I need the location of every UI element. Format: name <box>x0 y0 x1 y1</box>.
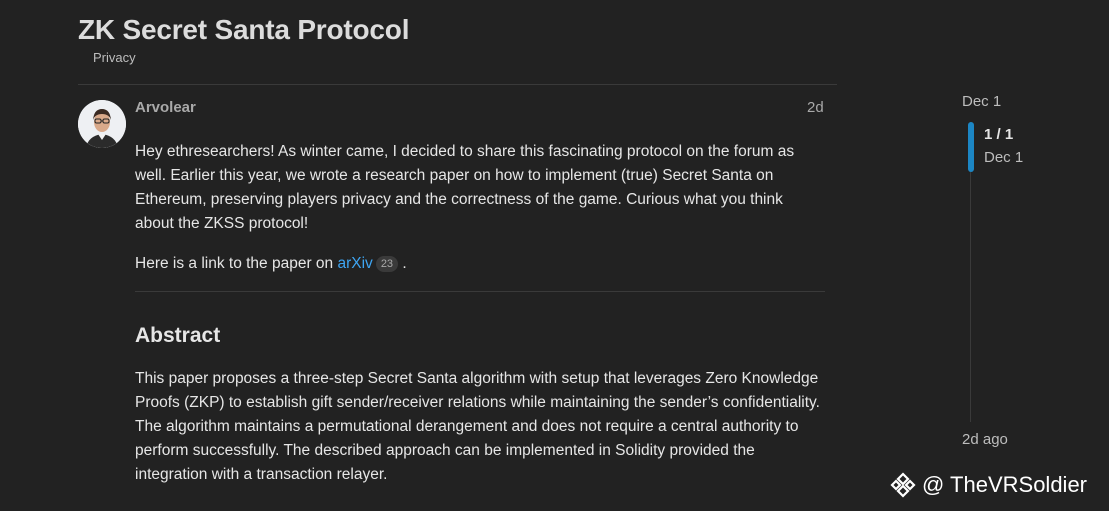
post-body: Hey ethresearchers! As winter came, I de… <box>135 140 825 292</box>
watermark: @ TheVRSoldier <box>890 472 1087 498</box>
abstract-text: This paper proposes a three-step Secret … <box>135 370 820 483</box>
post-date[interactable]: 2d <box>807 99 824 116</box>
post-username[interactable]: Arvolear <box>135 99 196 116</box>
link-click-count: 23 <box>375 256 399 272</box>
category-label: Privacy <box>93 50 136 65</box>
category-swatch <box>80 53 89 62</box>
link-prefix: Here is a link to the paper on <box>135 255 338 272</box>
timeline-end-date[interactable]: 2d ago <box>962 431 1008 448</box>
abstract-heading: Abstract <box>135 324 221 347</box>
user-avatar[interactable] <box>78 100 126 148</box>
arxiv-link[interactable]: arXiv <box>337 255 372 272</box>
header-divider <box>78 84 837 85</box>
timeline-start-date[interactable]: Dec 1 <box>962 93 1001 110</box>
timeline-progress: 1 / 1 <box>984 126 1014 143</box>
watermark-text: @ TheVRSoldier <box>922 472 1087 497</box>
binance-logo-icon <box>890 472 916 498</box>
category-badge[interactable]: Privacy <box>80 50 136 65</box>
post-paragraph: Hey ethresearchers! As winter came, I de… <box>135 143 795 232</box>
link-suffix: . <box>398 255 407 272</box>
topic-title[interactable]: ZK Secret Santa Protocol <box>78 14 409 46</box>
post-link-paragraph: Here is a link to the paper on arXiv 23 . <box>135 252 825 276</box>
avatar-portrait-icon <box>78 100 126 148</box>
topic-page: ZK Secret Santa Protocol Privacy Arvolea… <box>0 0 1109 511</box>
timeline-handle[interactable] <box>968 122 974 172</box>
body-divider <box>135 291 825 292</box>
timeline-handle-date: Dec 1 <box>984 149 1024 166</box>
